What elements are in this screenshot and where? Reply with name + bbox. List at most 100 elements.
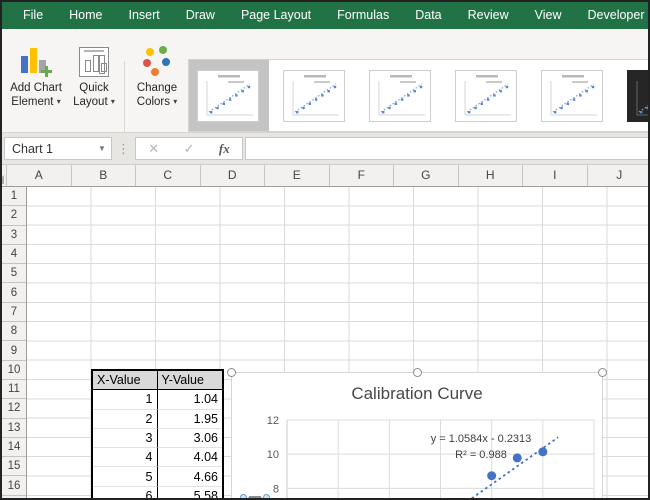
table-cell[interactable]: 2: [93, 410, 158, 429]
chart-handle-ne[interactable]: [598, 368, 607, 377]
cancel-icon[interactable]: ✕: [148, 141, 159, 157]
table-row: 33.06: [93, 429, 222, 448]
name-box[interactable]: Chart 1 ▼: [4, 137, 112, 160]
column-header-D[interactable]: D: [201, 165, 266, 186]
row-header-9[interactable]: 9: [2, 341, 26, 360]
add-chart-element-icon: [19, 45, 53, 77]
r-squared-text: R² = 0.988: [381, 447, 581, 463]
table-row: 21.95: [93, 410, 222, 429]
table-cell[interactable]: 4.66: [158, 467, 223, 486]
add-chart-element-button[interactable]: Add Chart Element ▾: [6, 33, 66, 133]
chart-object[interactable]: 024681012 Calibration Curve y = 1.0584x …: [231, 372, 603, 500]
data-table[interactable]: X-ValueY-Value11.0421.9533.0644.0454.666…: [91, 369, 224, 500]
ribbon-tab-bar: FileHomeInsertDrawPage LayoutFormulasDat…: [2, 2, 650, 29]
table-cell[interactable]: 1.04: [158, 390, 223, 409]
row-header-16[interactable]: 16: [2, 476, 26, 495]
ribbon-tab-data[interactable]: Data: [402, 2, 454, 29]
column-header-A[interactable]: A: [7, 165, 72, 186]
ribbon-tab-formulas[interactable]: Formulas: [324, 2, 402, 29]
svg-text:8: 8: [273, 483, 279, 495]
table-cell[interactable]: 1: [93, 390, 158, 409]
chart-handle-n[interactable]: [413, 368, 422, 377]
row-header-12[interactable]: 12: [2, 399, 26, 418]
table-header-cell[interactable]: Y-Value: [158, 371, 223, 390]
column-header-G[interactable]: G: [394, 165, 459, 186]
table-cell[interactable]: 3: [93, 429, 158, 448]
trendline-equation[interactable]: y = 1.0584x - 0.2313 R² = 0.988: [381, 431, 581, 463]
row-headers: 12345678910111213141516: [2, 187, 27, 500]
row-header-11[interactable]: 11: [2, 380, 26, 399]
ribbon-tab-file[interactable]: File: [10, 2, 56, 29]
select-all-corner[interactable]: [2, 165, 7, 186]
table-cell[interactable]: 3.06: [158, 429, 223, 448]
ribbon-tab-home[interactable]: Home: [56, 2, 115, 29]
ribbon-tab-page-layout[interactable]: Page Layout: [228, 2, 324, 29]
row-header-14[interactable]: 14: [2, 438, 26, 457]
ribbon-tab-insert[interactable]: Insert: [116, 2, 173, 29]
chart-style-thumbnail[interactable]: [197, 70, 259, 122]
chart-title[interactable]: Calibration Curve: [232, 384, 602, 404]
ribbon: Add Chart Element ▾ Quick Layout ▾ Chart…: [2, 29, 650, 133]
chart-style-frame: [617, 60, 650, 131]
quick-layout-label2: Layout: [73, 96, 108, 108]
chart-style-thumbnail[interactable]: [541, 70, 603, 122]
table-cell[interactable]: 5.58: [158, 487, 223, 500]
ribbon-tab-draw[interactable]: Draw: [173, 2, 228, 29]
name-box-dropdown-icon[interactable]: ▼: [93, 144, 111, 153]
ribbon-tab-view[interactable]: View: [522, 2, 575, 29]
ribbon-tab-developer[interactable]: Developer: [575, 2, 650, 29]
formula-bar-separator: ⋮: [117, 139, 129, 158]
row-header-3[interactable]: 3: [2, 226, 26, 245]
row-header-2[interactable]: 2: [2, 206, 26, 225]
column-header-F[interactable]: F: [330, 165, 395, 186]
selection-handle[interactable]: [240, 494, 247, 500]
column-header-H[interactable]: H: [459, 165, 524, 186]
row-header-4[interactable]: 4: [2, 245, 26, 264]
name-box-value: Chart 1: [5, 142, 93, 156]
chart-style-thumbnail[interactable]: [627, 70, 650, 122]
excel-window: FileHomeInsertDrawPage LayoutFormulasDat…: [0, 0, 650, 500]
chart-style-thumbnail[interactable]: [283, 70, 345, 122]
chart-style-thumbnail[interactable]: [369, 70, 431, 122]
selection-handle[interactable]: [263, 494, 270, 500]
row-header-15[interactable]: 15: [2, 457, 26, 476]
worksheet: ABCDEFGHIJ 12345678910111213141516 X-Val…: [2, 165, 650, 500]
dropdown-caret-icon: ▾: [173, 97, 177, 106]
table-cell[interactable]: 6: [93, 487, 158, 500]
add-chart-element-label2: Element: [11, 96, 53, 108]
row-header-13[interactable]: 13: [2, 419, 26, 438]
row-header-7[interactable]: 7: [2, 303, 26, 322]
svg-text:12: 12: [267, 415, 279, 427]
table-header-row: X-ValueY-Value: [93, 371, 222, 390]
chart-style-frame: [445, 60, 527, 131]
plus-icon: [41, 66, 52, 77]
column-header-C[interactable]: C: [136, 165, 201, 186]
table-cell[interactable]: 4: [93, 448, 158, 467]
column-header-B[interactable]: B: [72, 165, 137, 186]
change-colors-button[interactable]: Change Colors ▾: [130, 33, 184, 133]
add-chart-element-label1: Add Chart: [10, 82, 62, 94]
row-header-5[interactable]: 5: [2, 264, 26, 283]
chart-handle-nw[interactable]: [227, 368, 236, 377]
table-header-cell[interactable]: X-Value: [93, 371, 158, 390]
column-header-J[interactable]: J: [588, 165, 650, 186]
chart-style-thumbnail[interactable]: [455, 70, 517, 122]
row-header-10[interactable]: 10: [2, 361, 26, 380]
confirm-icon[interactable]: ✓: [184, 141, 195, 157]
quick-layout-button[interactable]: Quick Layout ▾: [68, 33, 120, 133]
table-cell[interactable]: 1.95: [158, 410, 223, 429]
change-colors-label1: Change: [137, 82, 177, 94]
column-header-E[interactable]: E: [265, 165, 330, 186]
column-headers: ABCDEFGHIJ: [2, 165, 650, 187]
column-header-I[interactable]: I: [523, 165, 588, 186]
row-header-6[interactable]: 6: [2, 283, 26, 302]
ribbon-tab-review[interactable]: Review: [455, 2, 522, 29]
row-header-1[interactable]: 1: [2, 187, 26, 206]
table-cell[interactable]: 4.04: [158, 448, 223, 467]
row-header-8[interactable]: 8: [2, 322, 26, 341]
table-cell[interactable]: 5: [93, 467, 158, 486]
chart-style-frame: [273, 60, 355, 131]
dropdown-caret-icon: ▾: [111, 97, 115, 106]
insert-function-icon[interactable]: fx: [219, 141, 230, 157]
formula-input[interactable]: [245, 137, 650, 160]
